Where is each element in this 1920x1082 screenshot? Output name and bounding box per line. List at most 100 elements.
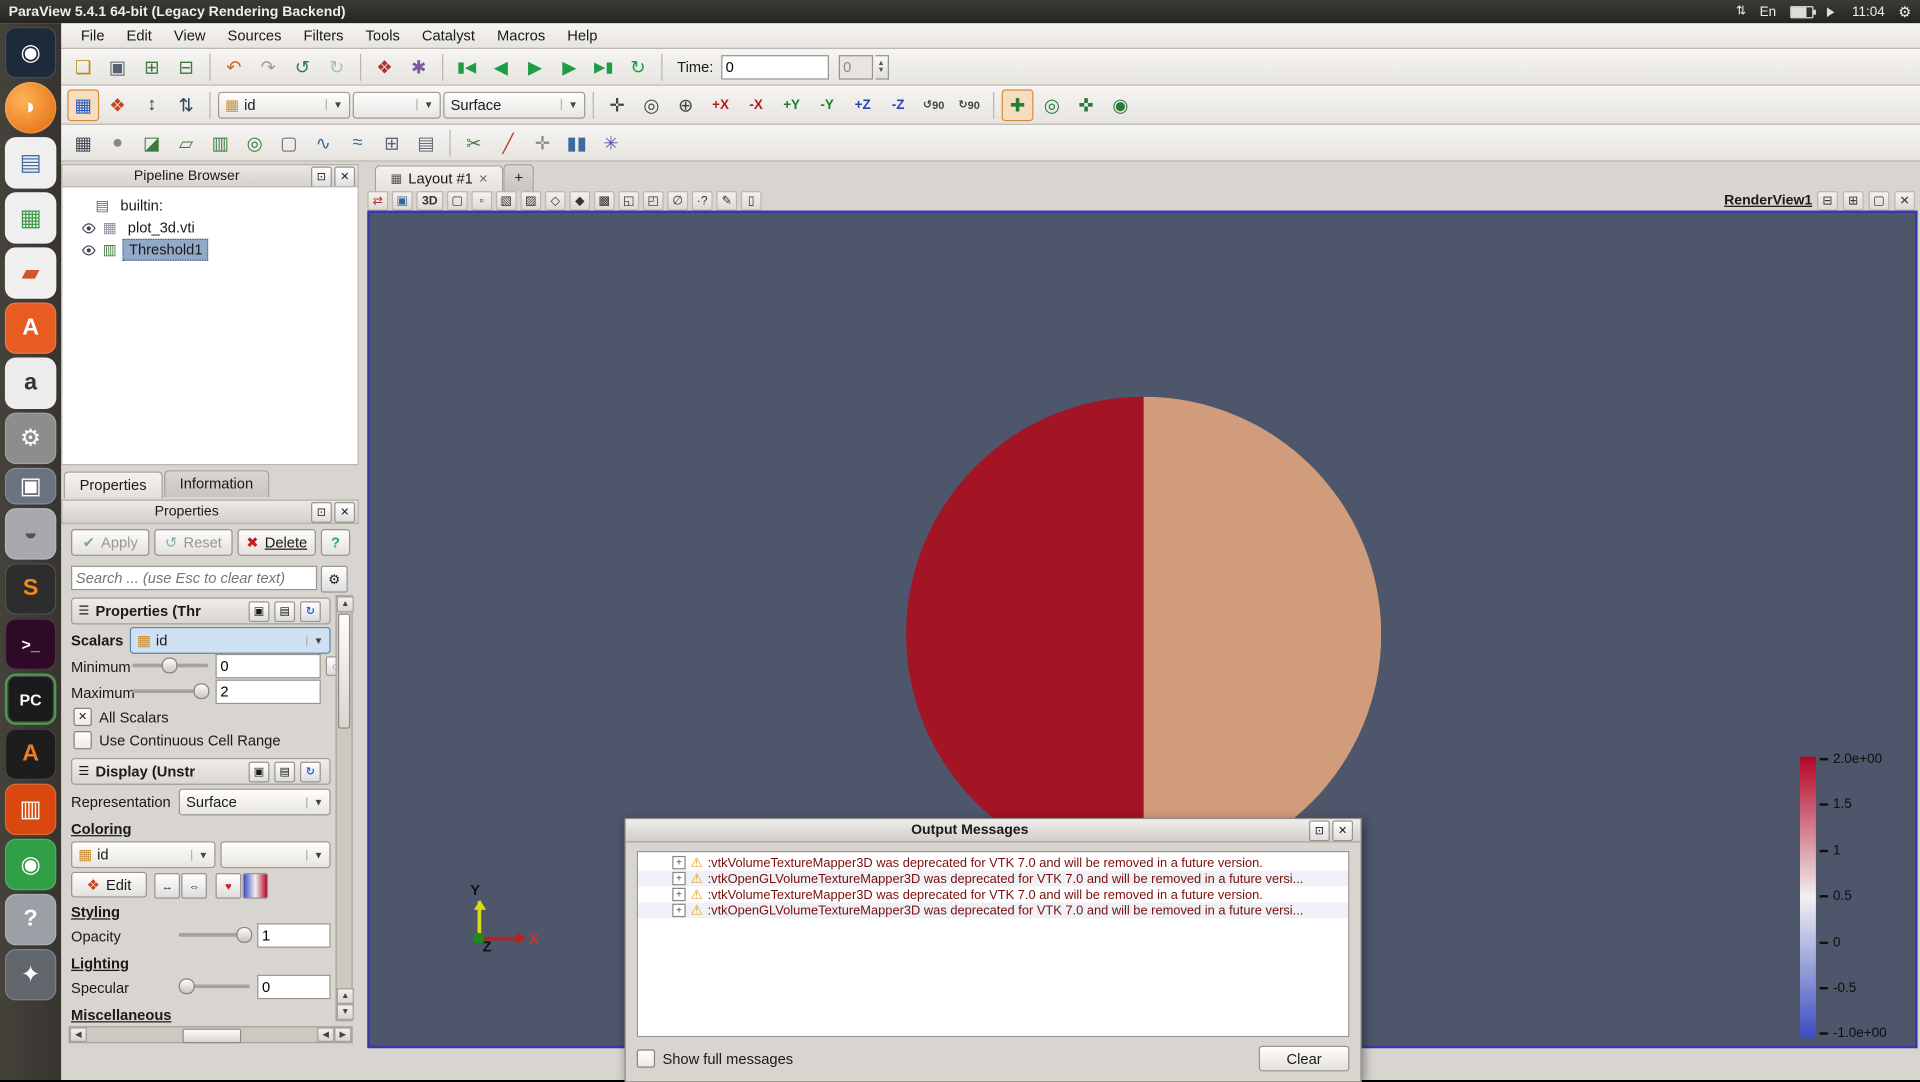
launcher-sublime-icon[interactable]: S	[5, 563, 56, 614]
delete-button[interactable]: ✖Delete	[238, 529, 316, 556]
clock[interactable]: 11:04	[1852, 4, 1885, 19]
launcher-files-icon[interactable]: ▥	[5, 784, 56, 835]
threshold-filter-icon[interactable]: ▥	[204, 127, 236, 159]
clip-filter-icon[interactable]: ◪	[136, 127, 168, 159]
favorite-presets-icon[interactable]: ♥	[216, 873, 242, 899]
menu-sources[interactable]: Sources	[218, 24, 292, 46]
minimum-input[interactable]	[216, 654, 321, 678]
clipboard-icon[interactable]: ▯	[741, 191, 762, 211]
pipeline-item-source[interactable]: ▦ plot_3d.vti	[62, 217, 357, 239]
set-view-plus-x-button[interactable]: +X	[704, 89, 737, 120]
output-dialog-titlebar[interactable]: Output Messages ⊡ ✕	[626, 819, 1361, 842]
layout-tab-close-icon[interactable]: ×	[479, 170, 488, 187]
expand-icon[interactable]: +	[672, 872, 685, 885]
reset-defaults-icon[interactable]: ↻	[300, 601, 321, 622]
specular-input[interactable]	[257, 975, 330, 999]
reset-center-icon[interactable]: ◉	[1104, 89, 1136, 121]
zoom-to-data-icon[interactable]: ◎	[636, 89, 668, 121]
interactive-select-points-icon[interactable]: ◰	[643, 191, 664, 211]
set-view-minus-z-button[interactable]: -Z	[882, 89, 915, 120]
message-row[interactable]: + ⚠ :vtkOpenGLVolumeTextureMapper3D was …	[638, 871, 1348, 887]
launcher-terminal-icon[interactable]: >_	[5, 618, 56, 669]
launcher-firefox-icon[interactable]: ◗	[5, 82, 56, 133]
close-view-icon[interactable]: ✕	[1894, 191, 1915, 211]
launcher-writer-icon[interactable]: ▤	[5, 137, 56, 188]
message-row[interactable]: + ⚠ :vtkVolumeTextureMapper3D was deprec…	[638, 855, 1348, 871]
launcher-pycharm-icon[interactable]: PC	[5, 673, 56, 724]
reset-display-icon[interactable]: ↻	[300, 761, 321, 782]
launcher-software-center-icon[interactable]: A	[5, 302, 56, 353]
minimum-slider[interactable]	[132, 654, 208, 677]
edit-color-map-button[interactable]: ❖Edit	[71, 872, 147, 898]
center-of-rotation-icon[interactable]: ◎	[1036, 89, 1068, 121]
clear-button[interactable]: Clear	[1259, 1046, 1350, 1072]
pipeline-item-builtin[interactable]: ▤ builtin:	[62, 195, 357, 217]
keyboard-layout-indicator[interactable]: En	[1760, 4, 1776, 19]
hover-cells-tooltip-icon[interactable]: ∅	[667, 191, 688, 211]
properties-section-header[interactable]: ☰ Properties (Thr ▣ ▤ ↻	[71, 598, 331, 625]
menu-tools[interactable]: Tools	[356, 24, 410, 46]
launcher-apport-icon[interactable]: A	[5, 729, 56, 780]
menu-macros[interactable]: Macros	[487, 24, 555, 46]
extract-level-icon[interactable]: ▤	[410, 127, 442, 159]
plot-selection-over-time-icon[interactable]: ✳	[595, 127, 627, 159]
message-list[interactable]: + ⚠ :vtkVolumeTextureMapper3D was deprec…	[637, 851, 1350, 1037]
scalars-combo[interactable]: ▦ id ▼	[130, 627, 331, 654]
panel-splitter[interactable]	[359, 162, 368, 1080]
rescale-to-data-icon[interactable]: ↕	[136, 89, 168, 121]
hover-points-tooltip-icon[interactable]: ·?	[692, 191, 713, 211]
scroll-down-icon[interactable]: ▼	[337, 1004, 354, 1020]
rescale-custom-icon[interactable]: ⇅	[170, 89, 202, 121]
properties-close-icon[interactable]: ✕	[334, 501, 355, 522]
slice-filter-icon[interactable]: ▱	[170, 127, 202, 159]
group-datasets-icon[interactable]: ⊞	[376, 127, 408, 159]
rescale-custom-range-icon[interactable]: ⇔	[181, 873, 207, 899]
previous-frame-icon[interactable]: ◀	[485, 51, 517, 83]
open-file-icon[interactable]: ❏	[67, 51, 99, 83]
split-vertical-icon[interactable]: ⊞	[1843, 191, 1864, 211]
battery-icon[interactable]	[1790, 6, 1813, 18]
search-options-gear-icon[interactable]: ⚙	[321, 566, 348, 593]
rotate-90-cw-button[interactable]: ↻90	[953, 89, 986, 120]
select-cells-frustum-icon[interactable]: ▧	[496, 191, 517, 211]
rescale-data-range-icon[interactable]: ↔	[154, 873, 180, 899]
launcher-impress-icon[interactable]: ▰	[5, 247, 56, 298]
histogram-icon[interactable]: ▮▮	[561, 127, 593, 159]
tab-information[interactable]: Information	[164, 470, 269, 497]
all-scalars-checkbox[interactable]	[73, 708, 91, 726]
contour-filter-icon[interactable]: ◎	[239, 127, 271, 159]
select-colors-icon[interactable]: ❖	[369, 51, 401, 83]
first-frame-icon[interactable]: ▮◀	[451, 51, 483, 83]
continuous-range-checkbox[interactable]	[73, 731, 91, 749]
interactive-select-cells-icon[interactable]: ◱	[618, 191, 639, 211]
volume-icon[interactable]	[1826, 7, 1838, 17]
session-gear-icon[interactable]: ⚙	[1898, 3, 1911, 20]
scroll-up-icon[interactable]: ▲	[337, 596, 354, 612]
visibility-eye-icon[interactable]	[80, 242, 97, 258]
color-legend[interactable]: 2.0e+00 1.5 1 0.5 0 -0.5 -1.0e+00	[1800, 752, 1913, 1048]
last-frame-icon[interactable]: ▶▮	[588, 51, 620, 83]
representation-select[interactable]: Surface ▼	[179, 789, 331, 816]
stream-tracer-icon[interactable]: ∿	[307, 127, 339, 159]
set-view-minus-y-button[interactable]: -Y	[811, 89, 844, 120]
apply-button[interactable]: ✔Apply	[71, 529, 149, 556]
vertical-scroll-thumb[interactable]	[338, 613, 350, 728]
vertical-scrollbar[interactable]: ▲ ▲ ▼	[336, 595, 353, 1021]
representation-combo[interactable]: Surface ▼	[443, 91, 585, 118]
undo-icon[interactable]: ↶	[218, 51, 250, 83]
menu-help[interactable]: Help	[557, 24, 607, 46]
new-layout-tab-button[interactable]: +	[503, 164, 534, 191]
edit-color-map-icon[interactable]: ❖	[102, 89, 134, 121]
set-view-plus-y-button[interactable]: +Y	[775, 89, 808, 120]
set-view-plus-z-button[interactable]: +Z	[846, 89, 879, 120]
reset-camera-icon[interactable]: ✛	[601, 89, 633, 121]
extract-subset-icon[interactable]: ▢	[273, 127, 305, 159]
probe-location-icon[interactable]: ✛	[527, 127, 559, 159]
launcher-calc-icon[interactable]: ▦	[5, 192, 56, 243]
split-horizontal-icon[interactable]: ⊟	[1817, 191, 1838, 211]
menu-edit[interactable]: Edit	[117, 24, 162, 46]
launcher-amazon-icon[interactable]: a	[5, 358, 56, 409]
scroll-right-icon[interactable]: ▶	[334, 1027, 351, 1042]
scroll-left2-icon[interactable]: ◀	[317, 1027, 334, 1042]
horizontal-scroll-thumb[interactable]	[182, 1029, 241, 1044]
